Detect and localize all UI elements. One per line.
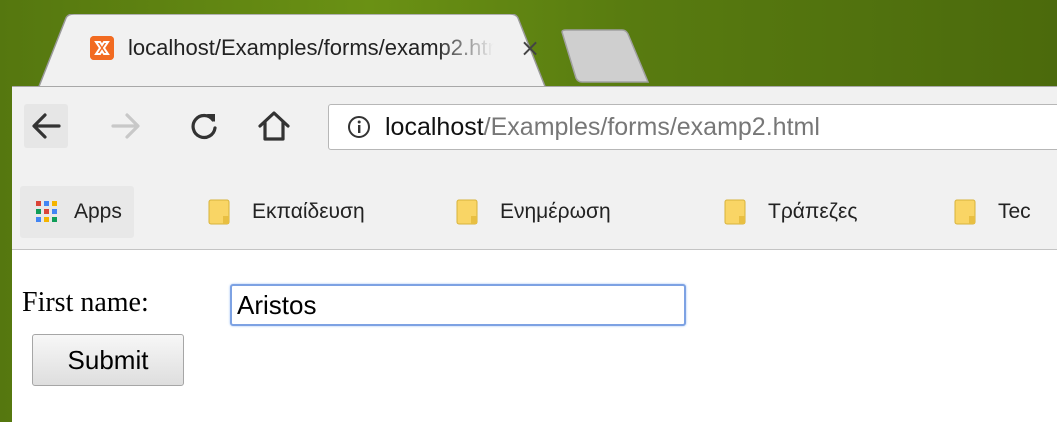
bookmarks-bar: Apps Εκπαίδευση Ενημέρωση Τράπεζες Tec bbox=[12, 180, 1057, 250]
bookmark-label: Apps bbox=[74, 200, 122, 223]
url-host: localhost bbox=[385, 113, 484, 141]
folder-icon bbox=[456, 199, 478, 225]
bookmark-apps[interactable]: Apps bbox=[20, 186, 134, 238]
page-content: First name: Submit bbox=[12, 250, 1057, 422]
home-button[interactable] bbox=[252, 104, 296, 148]
bookmark-folder-2[interactable]: Ενημέρωση bbox=[456, 186, 611, 238]
bookmark-label: Εκπαίδευση bbox=[252, 200, 365, 223]
first-name-input[interactable] bbox=[230, 284, 686, 326]
bookmark-label: Ενημέρωση bbox=[500, 200, 611, 223]
address-bar[interactable]: localhost/Examples/forms/examp2.html bbox=[328, 104, 1057, 150]
folder-icon bbox=[208, 199, 230, 225]
folder-icon bbox=[724, 199, 746, 225]
toolbar-divider bbox=[12, 86, 1057, 87]
url-path: /Examples/forms/examp2.html bbox=[483, 113, 820, 141]
tab-close-button[interactable]: × bbox=[516, 33, 544, 63]
new-tab-button[interactable] bbox=[560, 28, 652, 84]
bookmark-label: Tec bbox=[998, 200, 1031, 223]
bookmark-folder-3[interactable]: Τράπεζες bbox=[724, 186, 858, 238]
browser-toolbar: localhost/Examples/forms/examp2.html bbox=[12, 86, 1057, 180]
active-tab[interactable]: localhost/Examples/forms/examp2.html × bbox=[36, 14, 548, 94]
tab-strip: localhost/Examples/forms/examp2.html × bbox=[12, 8, 1057, 94]
home-icon bbox=[258, 111, 290, 141]
folder-icon bbox=[954, 199, 976, 225]
tab-title-fade bbox=[436, 30, 508, 66]
bookmark-folder-4[interactable]: Tec bbox=[954, 186, 1031, 238]
back-arrow-icon bbox=[32, 113, 61, 139]
forward-arrow-icon bbox=[111, 113, 140, 139]
back-button[interactable] bbox=[24, 104, 68, 148]
forward-button[interactable] bbox=[104, 104, 148, 148]
url-text: localhost/Examples/forms/examp2.html bbox=[385, 111, 820, 143]
reload-icon bbox=[191, 113, 217, 140]
submit-button[interactable]: Submit bbox=[32, 334, 184, 386]
bookmark-label: Τράπεζες bbox=[768, 200, 858, 223]
reload-button[interactable] bbox=[182, 104, 226, 148]
first-name-label: First name: bbox=[22, 287, 149, 318]
xampp-icon bbox=[90, 36, 114, 60]
browser-window: localhost/Examples/forms/examp2.html × l… bbox=[12, 8, 1057, 422]
info-icon[interactable] bbox=[347, 115, 371, 139]
apps-grid-icon bbox=[36, 201, 58, 223]
bookmark-folder-1[interactable]: Εκπαίδευση bbox=[208, 186, 365, 238]
